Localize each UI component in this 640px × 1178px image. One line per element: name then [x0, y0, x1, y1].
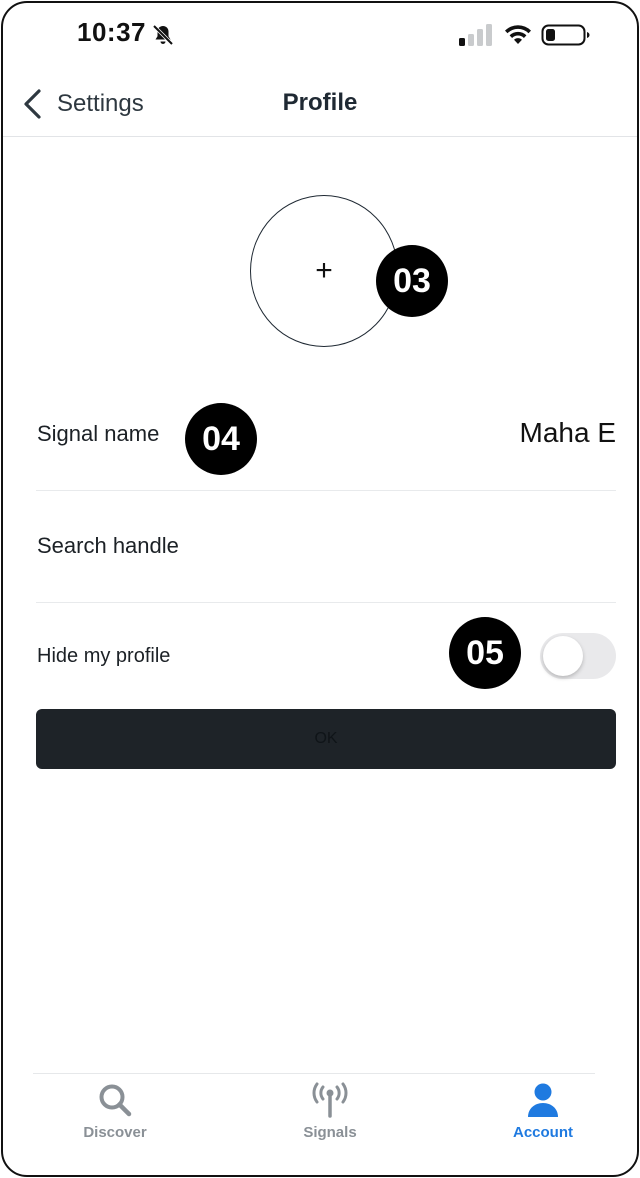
antenna-icon	[312, 1082, 348, 1118]
signal-name-row[interactable]: Signal name Maha E	[36, 379, 616, 491]
tab-bar: Discover Signals Account	[33, 1073, 595, 1173]
tab-account[interactable]: Account	[483, 1082, 603, 1141]
ok-button[interactable]: OK	[36, 709, 616, 769]
status-time: 10:37	[77, 17, 146, 47]
search-handle-row[interactable]: Search handle	[36, 491, 616, 603]
callout-badge-03: 03	[376, 245, 448, 317]
plus-icon: +	[315, 254, 333, 287]
navigation-bar: Settings Profile	[3, 69, 637, 137]
page-title: Profile	[282, 89, 358, 116]
bell-slash-icon	[152, 24, 174, 46]
toggle-knob	[543, 636, 583, 676]
hide-profile-row: Hide my profile	[36, 603, 616, 709]
tab-account-label: Account	[513, 1124, 573, 1141]
phone-frame: 10:37 Settings Profile + 03 Signal name …	[1, 1, 639, 1177]
signal-name-label: Signal name	[37, 421, 160, 446]
cellular-signal-icon	[459, 24, 492, 46]
tab-signals[interactable]: Signals	[270, 1082, 390, 1141]
tab-signals-label: Signals	[303, 1124, 357, 1141]
callout-badge-04: 04	[185, 403, 257, 475]
tab-discover-label: Discover	[83, 1124, 147, 1141]
person-icon	[528, 1083, 558, 1117]
search-icon	[99, 1084, 132, 1117]
tab-discover[interactable]: Discover	[55, 1082, 175, 1141]
hide-profile-toggle[interactable]	[540, 633, 616, 679]
status-bar: 10:37	[3, 3, 637, 69]
wifi-icon	[505, 25, 531, 44]
battery-icon	[541, 24, 590, 46]
search-handle-label: Search handle	[37, 533, 179, 558]
avatar-upload-button[interactable]: +	[250, 195, 398, 347]
hide-profile-label: Hide my profile	[37, 645, 171, 667]
signal-name-value: Maha E	[519, 417, 617, 448]
callout-badge-05: 05	[449, 617, 521, 689]
